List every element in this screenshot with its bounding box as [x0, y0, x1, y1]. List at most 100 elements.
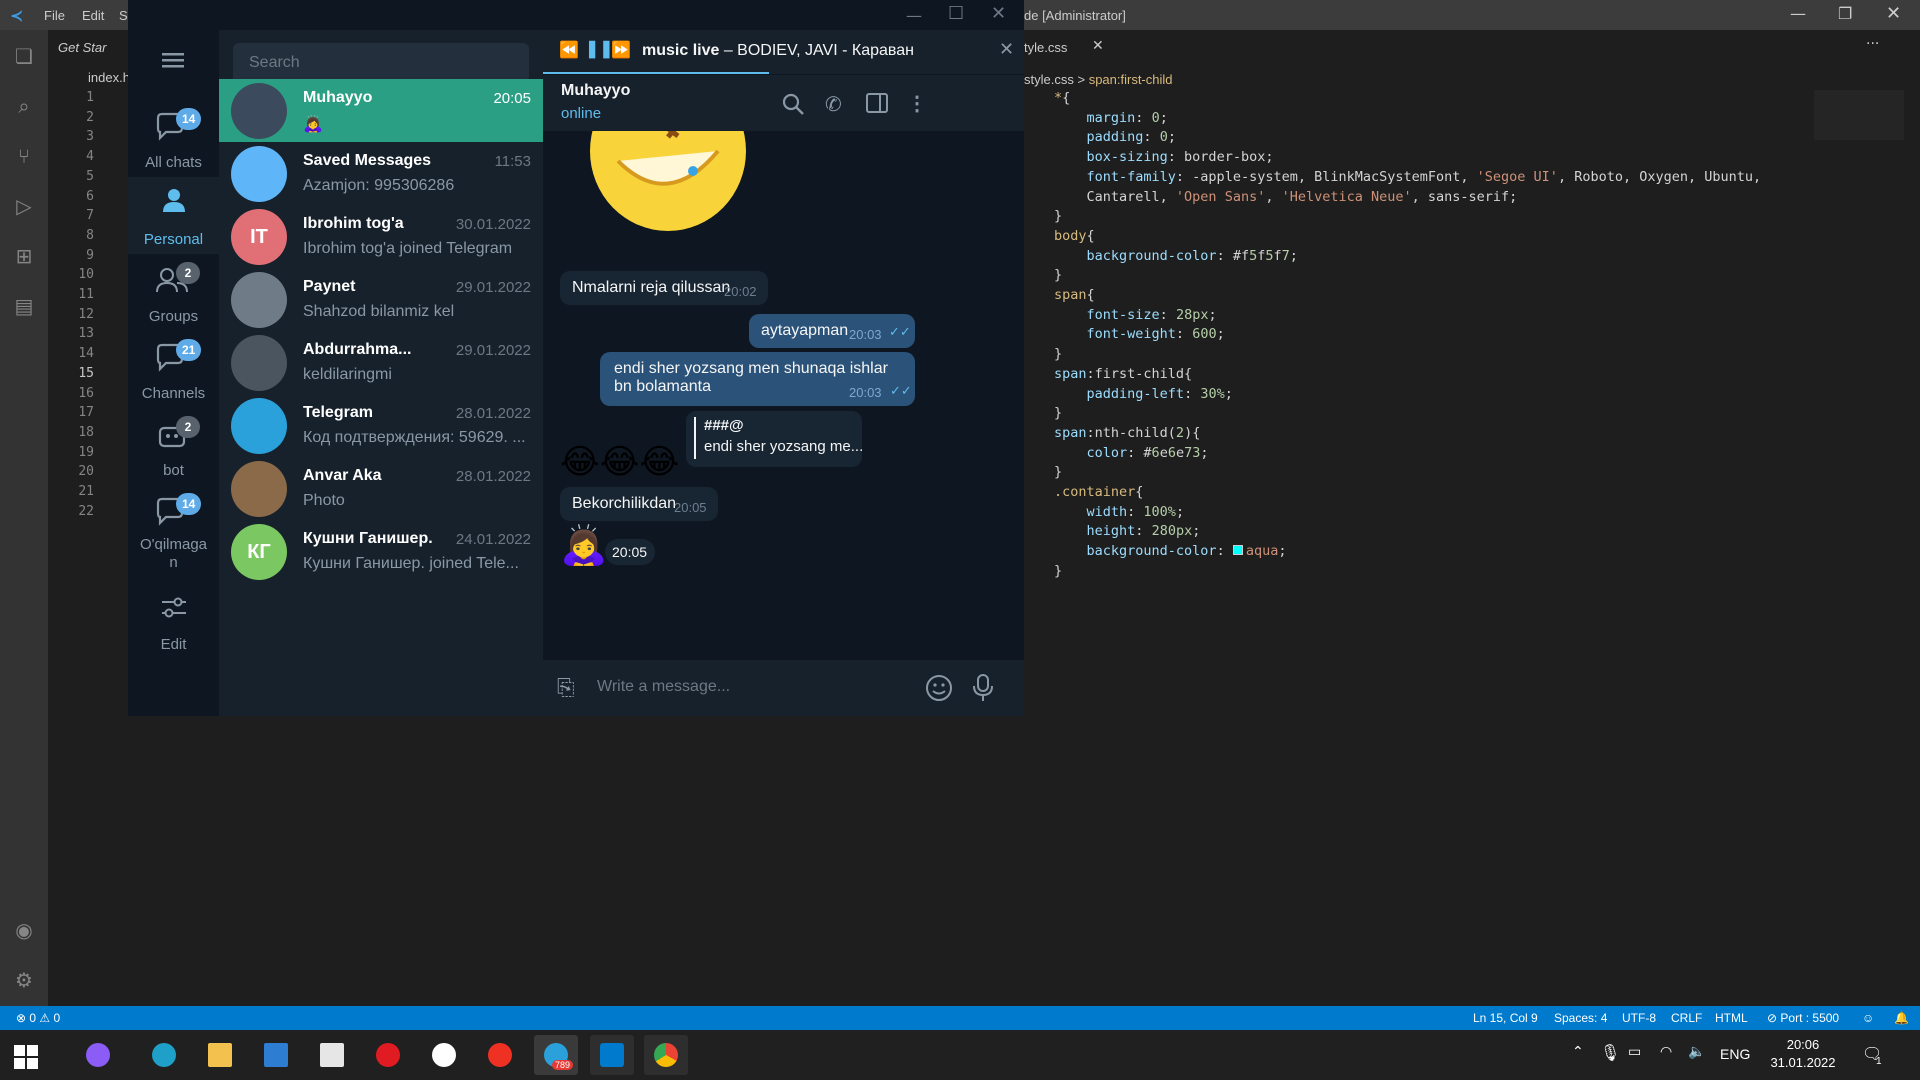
- settings-gear-icon[interactable]: ⚙: [12, 968, 36, 992]
- chat-list-item[interactable]: Muhayyo 20:05 🙇‍♀️: [219, 79, 543, 142]
- menu-edit[interactable]: Edit: [82, 8, 104, 23]
- taskbar-yandex-browser[interactable]: [422, 1035, 466, 1075]
- live-server-port[interactable]: ⊘ Port : 5500: [1767, 1011, 1839, 1025]
- close-icon[interactable]: ✕: [991, 3, 1006, 24]
- message-bubble[interactable]: Bekorchilikdan 20:05: [560, 487, 718, 521]
- problems-indicator[interactable]: ⊗ 0 ⚠ 0: [16, 1011, 60, 1025]
- breadcrumb-file[interactable]: index.h: [88, 70, 130, 85]
- chat-list-item[interactable]: Abdurrahma... 29.01.2022 keldilaringmi: [219, 331, 543, 394]
- minimize-icon[interactable]: —: [1790, 4, 1806, 23]
- extensions-icon[interactable]: ⊞: [12, 244, 36, 268]
- search-input[interactable]: Search: [233, 43, 529, 83]
- taskbar-vscode[interactable]: [590, 1035, 634, 1075]
- message-input[interactable]: Write a message...: [597, 678, 730, 696]
- wifi-icon[interactable]: ◠: [1660, 1044, 1672, 1060]
- previous-track-icon[interactable]: ⏪: [559, 40, 579, 60]
- account-icon[interactable]: ◉: [12, 918, 36, 942]
- clock[interactable]: 20:06 31.01.2022: [1768, 1036, 1838, 1072]
- search-icon[interactable]: [781, 92, 805, 116]
- attach-paperclip-icon[interactable]: ⎘: [557, 675, 575, 701]
- indentation[interactable]: Spaces: 4: [1554, 1011, 1607, 1025]
- emoji-picker-icon[interactable]: [925, 674, 953, 702]
- close-player-icon[interactable]: ✕: [999, 39, 1014, 60]
- tab-close-icon[interactable]: ✕: [1092, 38, 1104, 54]
- code-line: *{: [1054, 90, 1071, 106]
- playback-progress[interactable]: [543, 72, 769, 74]
- chat-list-item[interactable]: IT Ibrohim tog'a 30.01.2022 Ibrohim tog'a j…: [219, 205, 543, 268]
- chat-list-item[interactable]: Telegram 28.01.2022 Код подтверждения: 596…: [219, 394, 543, 457]
- laughing-sticker[interactable]: [588, 131, 748, 241]
- taskbar-cortana[interactable]: [76, 1035, 120, 1075]
- folder-unread[interactable]: 14 O'qilmaga n: [128, 485, 219, 580]
- editor-tab-style-css[interactable]: tyle.css: [1024, 40, 1067, 55]
- messages-area[interactable]: Nmalarni reja qilussan 20:02 aytayapman …: [543, 131, 1024, 660]
- yandex-icon: [488, 1043, 512, 1067]
- show-hidden-icons-chevron-icon[interactable]: ⌃: [1572, 1044, 1584, 1060]
- microphone-tray-icon[interactable]: 🎙: [1600, 1043, 1620, 1062]
- taskbar-file-explorer[interactable]: [198, 1035, 242, 1075]
- more-actions-icon[interactable]: ···: [1866, 36, 1879, 52]
- maximize-icon[interactable]: ☐: [948, 3, 964, 24]
- now-playing[interactable]: music live – BODIEV, JAVI - Караван: [642, 42, 914, 60]
- editor-tab-get-started[interactable]: Get Star: [58, 40, 106, 55]
- line-ending[interactable]: CRLF: [1671, 1011, 1702, 1025]
- notifications-icon[interactable]: 🔔: [1894, 1011, 1909, 1025]
- side-panel-icon[interactable]: [865, 92, 889, 114]
- book-icon[interactable]: ▤: [12, 294, 36, 318]
- folder-bot[interactable]: 2 bot: [128, 408, 219, 485]
- message-bubble-outgoing[interactable]: aytayapman 20:03 ✓✓: [749, 314, 915, 348]
- message-bubble-outgoing[interactable]: endi sher yozsang men shunaqa ishlar bn …: [600, 352, 915, 406]
- chat-title[interactable]: Muhayyo: [561, 82, 630, 100]
- minimap[interactable]: [1814, 90, 1904, 140]
- taskbar-chrome[interactable]: [644, 1035, 688, 1075]
- windows-start-icon[interactable]: [14, 1045, 38, 1069]
- chat-list-item[interactable]: КГ Кушни Ганишер. 24.01.2022 Кушни Ганишер.…: [219, 520, 543, 583]
- menu-selection[interactable]: S: [119, 8, 128, 23]
- chat-list-item[interactable]: Anvar Aka 28.01.2022 Photo: [219, 457, 543, 520]
- folder-label: bot: [163, 462, 184, 479]
- search-icon[interactable]: ⌕: [12, 94, 36, 118]
- chat-date: 20:05: [493, 90, 531, 107]
- chat-list-item[interactable]: Saved Messages 11:53 Azamjon: 995306286: [219, 142, 543, 205]
- explorer-icon[interactable]: ❏: [12, 44, 36, 68]
- code-line: Cantarell, 'Open Sans', 'Helvetica Neue'…: [1054, 188, 1518, 205]
- source-control-icon[interactable]: ⑂: [12, 144, 36, 168]
- folder-personal[interactable]: Personal: [128, 177, 219, 254]
- more-options-icon[interactable]: ⋮: [907, 91, 927, 116]
- taskbar-opera[interactable]: [366, 1035, 410, 1075]
- encoding[interactable]: UTF-8: [1622, 1011, 1656, 1025]
- taskbar-edge[interactable]: [142, 1035, 186, 1075]
- reply-preview-bubble[interactable]: ###@ endi sher yozsang me...: [686, 411, 863, 467]
- taskbar-telegram[interactable]: 789: [534, 1035, 578, 1075]
- folder-groups[interactable]: 2 Groups: [128, 254, 219, 331]
- menu-hamburger-icon[interactable]: [160, 50, 186, 70]
- pause-icon[interactable]: ❚❚: [585, 39, 614, 59]
- breadcrumb-file[interactable]: style.css: [1024, 72, 1074, 87]
- cursor-position[interactable]: Ln 15, Col 9: [1473, 1011, 1538, 1025]
- volume-icon[interactable]: 🔈: [1688, 1044, 1705, 1060]
- next-track-icon[interactable]: ⏩: [611, 40, 631, 60]
- taskbar-yandex[interactable]: [478, 1035, 522, 1075]
- message-bubble[interactable]: Nmalarni reja qilussan 20:02: [560, 271, 768, 305]
- message-text: Bekorchilikdan: [572, 495, 677, 512]
- menu-file[interactable]: File: [44, 8, 65, 23]
- run-debug-icon[interactable]: ▷: [12, 194, 36, 218]
- feedback-icon[interactable]: ☺: [1862, 1011, 1874, 1025]
- folder-all-chats[interactable]: 14 All chats: [128, 100, 219, 177]
- emoji-message[interactable]: 🙇‍♀️: [560, 523, 607, 567]
- battery-icon[interactable]: ▭: [1628, 1044, 1641, 1060]
- phone-call-icon[interactable]: ✆: [825, 92, 842, 117]
- emoji-message[interactable]: 😂😂😂: [560, 444, 679, 480]
- language-mode[interactable]: HTML: [1715, 1011, 1748, 1025]
- folder-channels[interactable]: 21 Channels: [128, 331, 219, 408]
- minimize-icon[interactable]: —: [906, 6, 922, 25]
- microphone-icon[interactable]: [971, 673, 995, 703]
- chat-list-item[interactable]: Paynet 29.01.2022 Shahzod bilanmiz kel: [219, 268, 543, 331]
- restore-icon[interactable]: ❐: [1838, 4, 1852, 23]
- breadcrumb-symbol[interactable]: span:first-child: [1089, 72, 1173, 87]
- close-icon[interactable]: ✕: [1886, 3, 1901, 24]
- taskbar-mail[interactable]: [310, 1035, 354, 1075]
- input-language[interactable]: ENG: [1720, 1046, 1750, 1062]
- taskbar-store[interactable]: [254, 1035, 298, 1075]
- folder-edit[interactable]: Edit: [128, 582, 219, 659]
